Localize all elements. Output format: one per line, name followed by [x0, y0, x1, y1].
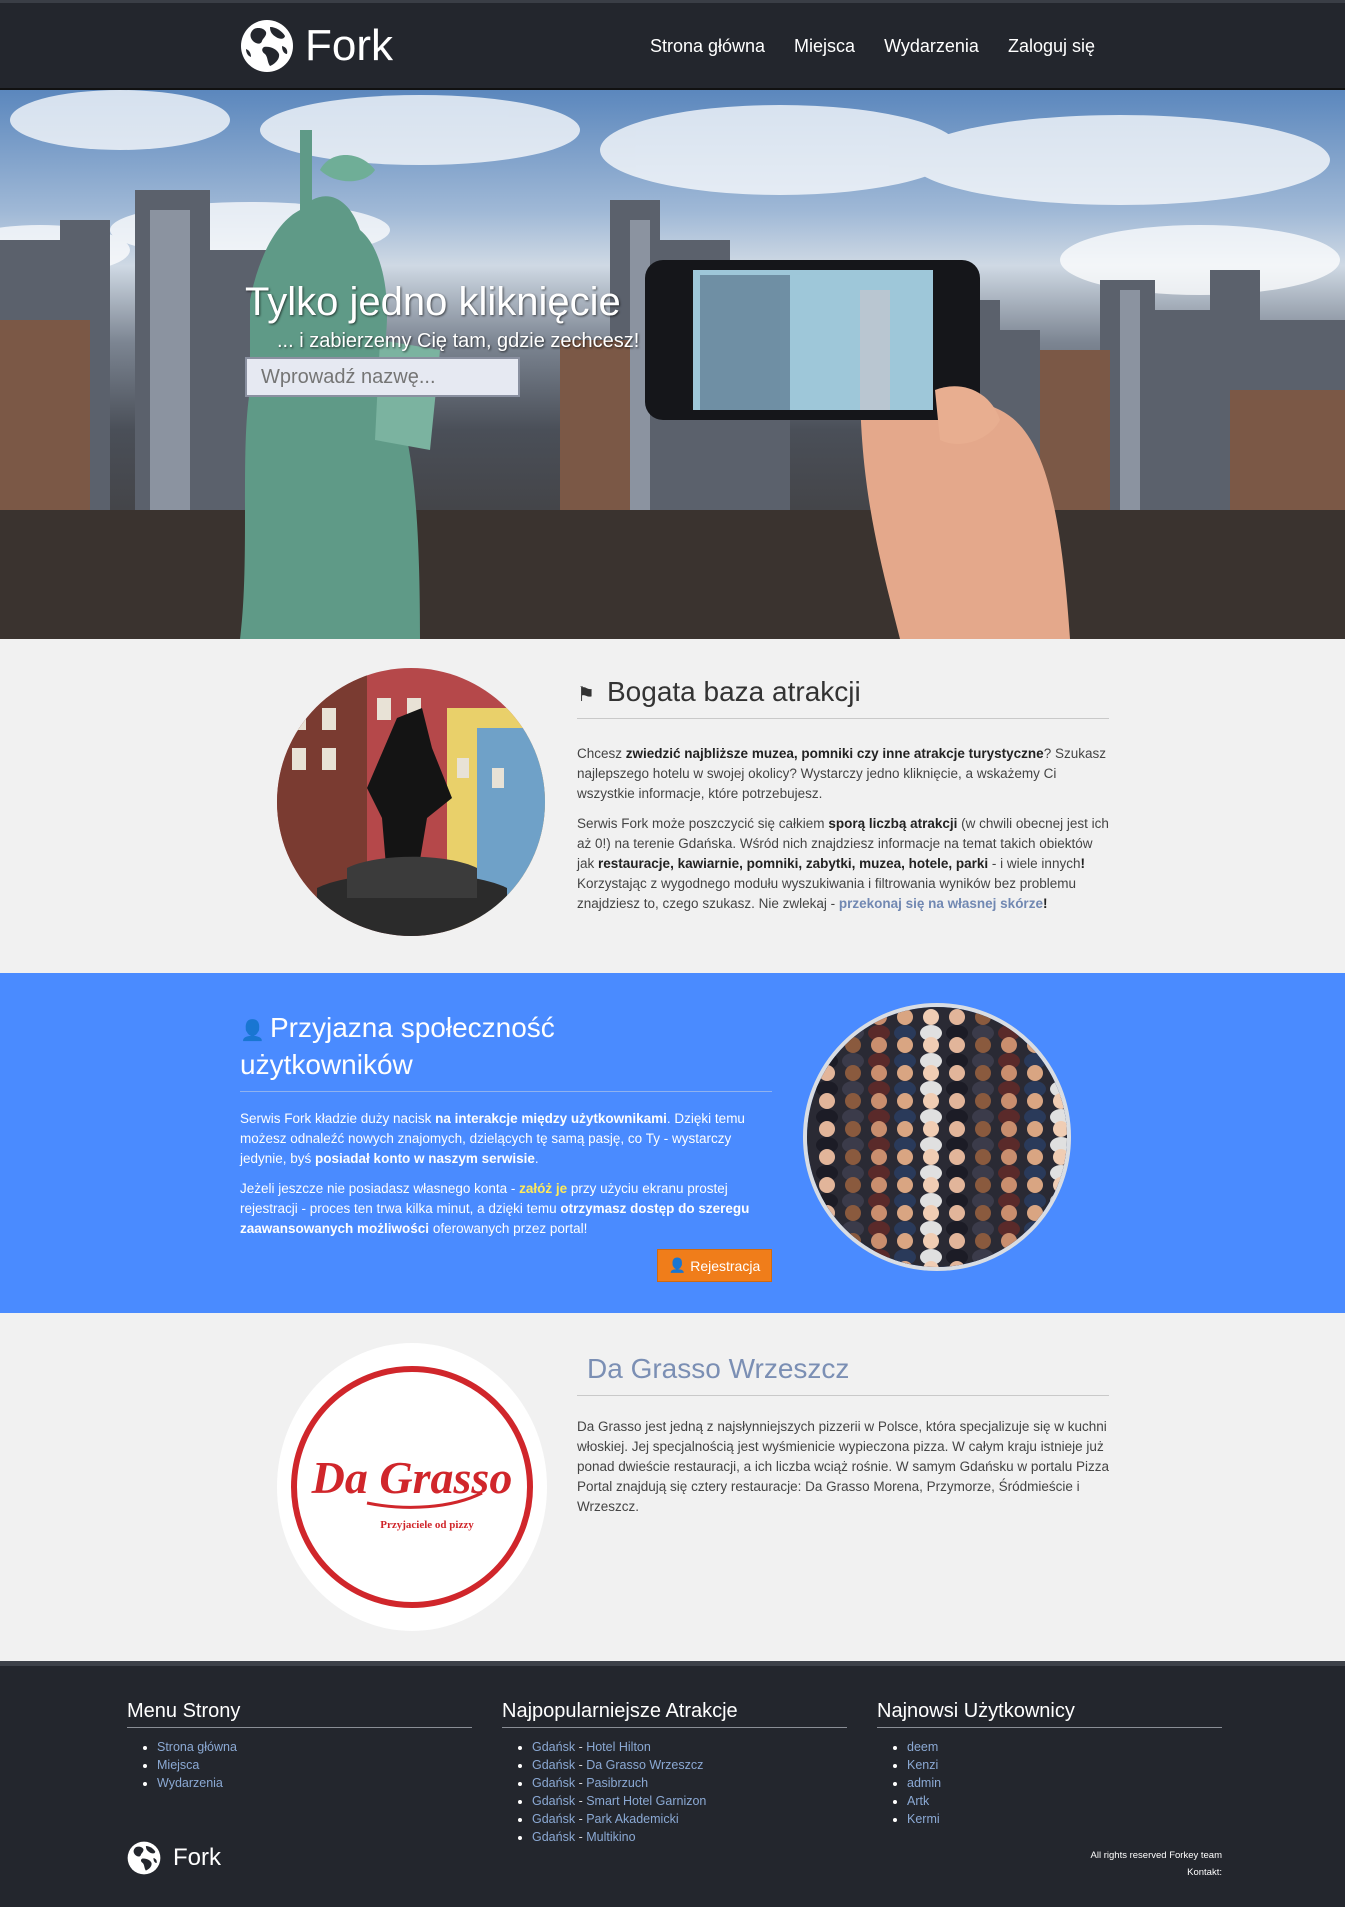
- popular-attraction-item[interactable]: Gdańsk - Smart Hotel Garnizon: [532, 1792, 847, 1810]
- hero-banner: Tylko jedno kliknięcie ... i zabierzemy …: [0, 90, 1345, 639]
- hero-title: Tylko jedno kliknięcie: [245, 280, 621, 324]
- community-text: Serwis Fork kładzie duży nacisk na inter…: [240, 1109, 772, 1249]
- new-user-item[interactable]: Kermi: [907, 1810, 1222, 1828]
- attractions-section: ⚑ Bogata baza atrakcji Chcesz zwiedzić na…: [0, 639, 1345, 973]
- footer-popular: Najpopularniejsze Atrakcje Gdańsk - Hote…: [502, 1700, 847, 1846]
- popular-attraction-item[interactable]: Gdańsk - Da Grasso Wrzeszcz: [532, 1756, 847, 1774]
- footer-menu-title: Menu Strony: [127, 1700, 472, 1728]
- popular-attraction-item[interactable]: Gdańsk - Pasibrzuch: [532, 1774, 847, 1792]
- search-input[interactable]: [245, 357, 520, 397]
- copyright-text: All rights reserved Forkey team: [1090, 1850, 1222, 1861]
- dagrasso-logo: Da Grasso Przyjaciele od pizzy: [277, 1343, 547, 1631]
- community-section: 👤 Przyjazna społeczność użytkowników Serwi…: [0, 973, 1345, 1313]
- attractions-title: ⚑ Bogata baza atrakcji: [577, 676, 1109, 719]
- featured-place-section: Da Grasso Przyjaciele od pizzy Da Grasso…: [0, 1313, 1345, 1661]
- globe-icon: [241, 20, 293, 72]
- footer-users-title: Najnowsi Użytkownicy: [877, 1700, 1222, 1728]
- brand-link[interactable]: Fork: [240, 19, 393, 73]
- new-user-item[interactable]: Kenzi: [907, 1756, 1222, 1774]
- hero-subtitle: ... i zabierzemy Cię tam, gdzie zechcesz…: [277, 330, 640, 352]
- footer-info: All rights reserved Forkey team Kontakt:: [1091, 1847, 1222, 1881]
- nav-places[interactable]: Miejsca: [794, 36, 855, 57]
- featured-place-description: Da Grasso jest jedną z najsłynniejszych …: [577, 1419, 1109, 1514]
- nav-login[interactable]: Zaloguj się: [1008, 36, 1095, 57]
- dagrasso-logo-tagline: Przyjaciele od pizzy: [380, 1519, 474, 1531]
- user-icon: 👤: [240, 1020, 265, 1042]
- hero-city-image: [0, 90, 1345, 639]
- dagrasso-logo-text: Da Grasso: [311, 1452, 513, 1503]
- register-button[interactable]: 👤 Rejestracja: [657, 1249, 772, 1282]
- user-icon: 👤: [668, 1257, 687, 1273]
- footer-brand-name: Fork: [173, 1844, 221, 1871]
- neptune-fountain-image: [277, 668, 545, 936]
- nav-home[interactable]: Strona główna: [650, 36, 765, 57]
- featured-place-title[interactable]: Da Grasso Wrzeszcz: [577, 1353, 1109, 1396]
- attractions-paragraph-1: Chcesz zwiedzić najbliższe muzea, pomnik…: [577, 746, 1106, 801]
- new-user-item[interactable]: deem: [907, 1738, 1222, 1756]
- footer: Menu Strony Strona główna Miejsca Wydarz…: [0, 1661, 1345, 1907]
- create-account-link[interactable]: załóż je: [519, 1181, 567, 1196]
- new-user-item[interactable]: Artk: [907, 1792, 1222, 1810]
- footer-users: Najnowsi Użytkownicy deem Kenzi admin Ar…: [877, 1700, 1222, 1828]
- new-user-item[interactable]: admin: [907, 1774, 1222, 1792]
- try-it-link[interactable]: przekonaj się na własnej skórze: [839, 896, 1043, 911]
- footer-menu-item[interactable]: Wydarzenia: [157, 1774, 472, 1792]
- navbar: Fork Strona główna Miejsca Wydarzenia Za…: [0, 0, 1345, 90]
- brand-name: Fork: [305, 21, 393, 70]
- footer-menu-item[interactable]: Miejsca: [157, 1756, 472, 1774]
- globe-icon: [127, 1841, 161, 1875]
- footer-popular-title: Najpopularniejsze Atrakcje: [502, 1700, 847, 1728]
- community-paragraph-2: Jeżeli jeszcze nie posiadasz własnego ko…: [240, 1181, 750, 1236]
- flag-icon: ⚑: [577, 684, 595, 706]
- footer-brand[interactable]: Fork: [127, 1841, 221, 1875]
- community-paragraph-1: Serwis Fork kładzie duży nacisk na inter…: [240, 1111, 745, 1166]
- footer-menu-item[interactable]: Strona główna: [157, 1738, 472, 1756]
- crowd-image: [803, 1003, 1071, 1271]
- popular-attraction-item[interactable]: Gdańsk - Multikino: [532, 1828, 847, 1846]
- popular-attraction-item[interactable]: Gdańsk - Park Akademicki: [532, 1810, 847, 1828]
- attractions-paragraph-2: Serwis Fork może poszczycić się całkiem …: [577, 816, 1109, 911]
- community-title: 👤 Przyjazna społeczność użytkowników: [240, 1011, 772, 1092]
- popular-attraction-item[interactable]: Gdańsk - Hotel Hilton: [532, 1738, 847, 1756]
- nav-events[interactable]: Wydarzenia: [884, 36, 979, 57]
- footer-menu: Menu Strony Strona główna Miejsca Wydarz…: [127, 1700, 472, 1792]
- attractions-text: Chcesz zwiedzić najbliższe muzea, pomnik…: [577, 744, 1109, 924]
- main-nav: Strona główna Miejsca Wydarzenia Zaloguj…: [650, 36, 1095, 57]
- contact-label: Kontakt:: [1187, 1867, 1222, 1878]
